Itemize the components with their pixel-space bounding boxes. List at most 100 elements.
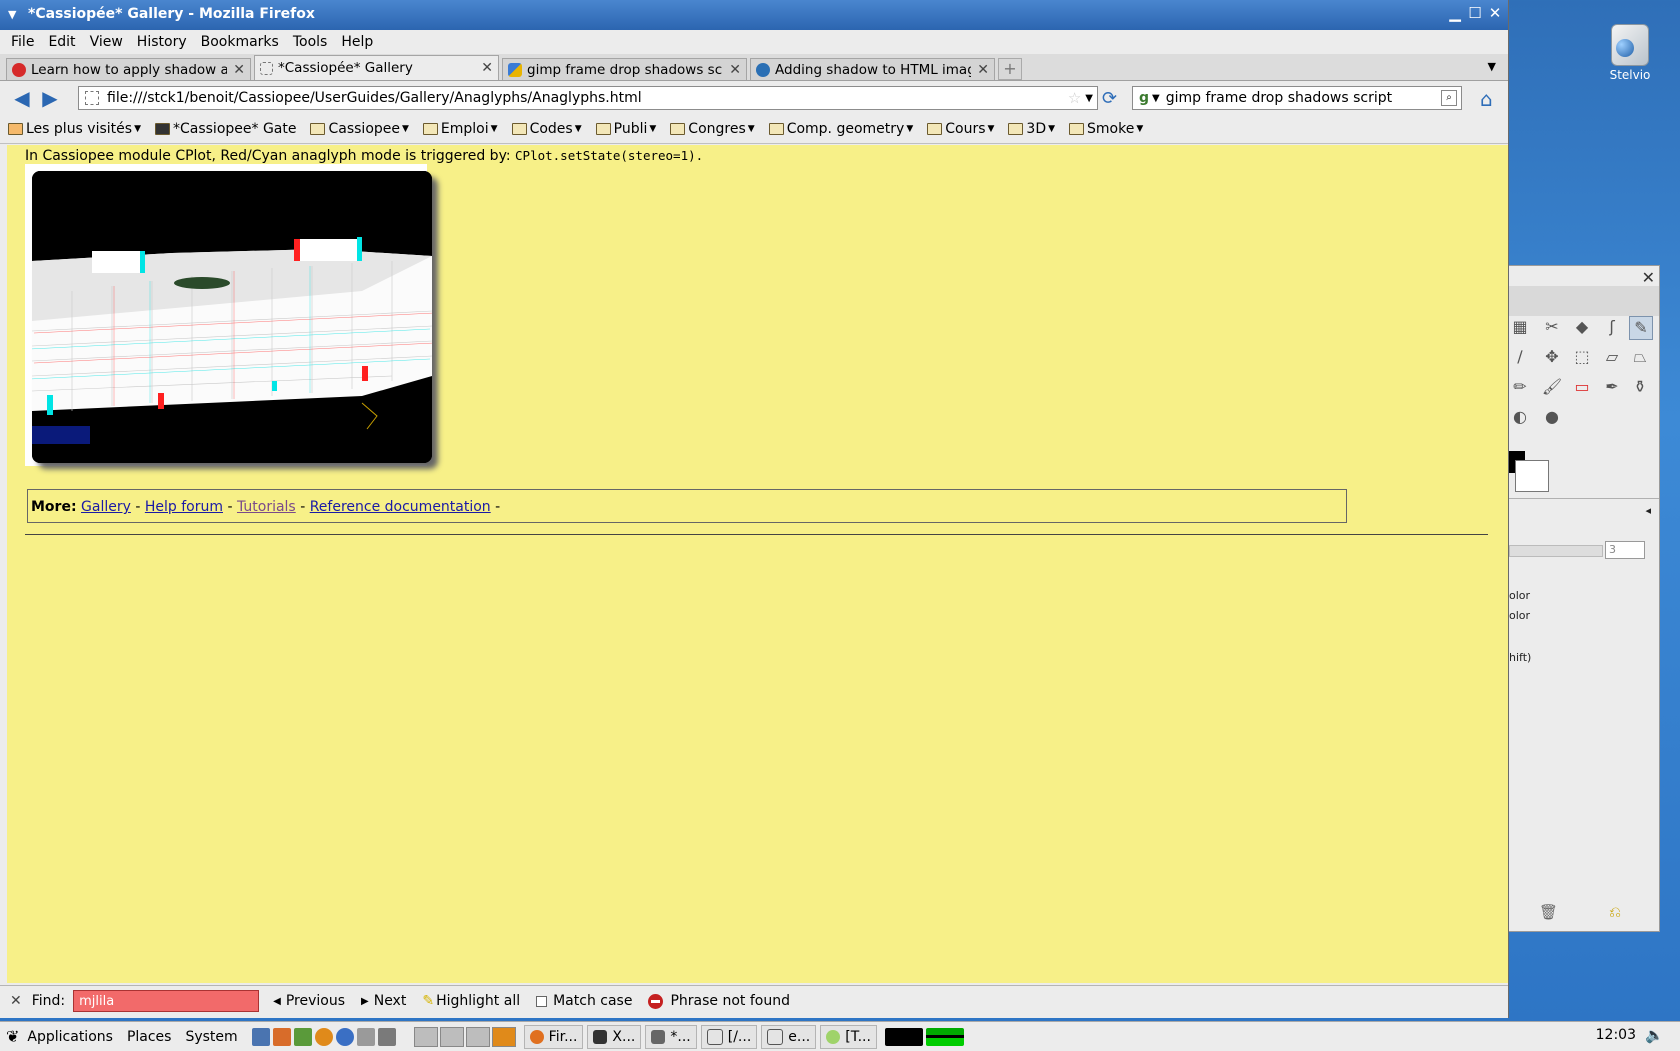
task-editor[interactable]: e...	[761, 1024, 817, 1049]
maximize-icon[interactable]: ☐	[1466, 4, 1484, 22]
task-x[interactable]: X...	[587, 1024, 642, 1049]
url-bar[interactable]: file:///stck1/benoit/Cassiopee/UserGuide…	[78, 86, 1098, 110]
scissors-tool-icon[interactable]: ✂	[1541, 316, 1563, 338]
bookmark-cassiopee-gate[interactable]: *Cassiopee* Gate	[154, 121, 296, 137]
menu-bookmarks[interactable]: Bookmarks	[201, 34, 279, 50]
paintbrush-tool-icon[interactable]: 🖌	[1541, 376, 1563, 398]
bookmark-folder-smoke[interactable]: Smoke ▼	[1069, 121, 1143, 137]
paths-tool-icon[interactable]: ʃ	[1601, 316, 1623, 338]
workspace-switcher[interactable]	[491, 1026, 516, 1047]
pencil-tool-icon[interactable]: ✏	[1509, 376, 1531, 398]
places-menu[interactable]: Places	[127, 1029, 172, 1045]
search-engine-dropdown-icon[interactable]: ▼	[1152, 93, 1160, 104]
menu-help[interactable]: Help	[341, 34, 373, 50]
link-reference-documentation[interactable]: Reference documentation	[310, 499, 491, 515]
home-icon[interactable]: ⌂	[1480, 87, 1493, 111]
eraser-tool-icon[interactable]: ▭	[1571, 376, 1593, 398]
shear-tool-icon[interactable]: ▱	[1601, 346, 1623, 368]
launcher-icon[interactable]	[377, 1027, 396, 1046]
close-icon[interactable]: ✕	[1486, 4, 1504, 22]
close-tab-icon[interactable]: ✕	[729, 62, 741, 78]
ink-tool-icon[interactable]: ⚱	[1629, 376, 1651, 398]
applications-menu[interactable]: Applications	[27, 1029, 113, 1045]
clock[interactable]: 12:03	[1596, 1027, 1636, 1043]
tab-cassiopee-gallery[interactable]: *Cassiopée* Gallery ✕	[254, 55, 499, 80]
launcher-icon[interactable]	[356, 1027, 375, 1046]
find-input[interactable]: mjlila	[73, 990, 260, 1012]
search-go-icon[interactable]: ⌕	[1441, 90, 1457, 106]
task-folder[interactable]: [/...	[700, 1024, 758, 1049]
workspace-switcher[interactable]	[413, 1026, 438, 1047]
perspective-tool-icon[interactable]: ⏢	[1629, 346, 1651, 368]
bookmark-folder-emploi[interactable]: Emploi ▼	[422, 121, 498, 137]
menu-history[interactable]: History	[137, 34, 187, 50]
search-bar[interactable]: g ▼ gimp frame drop shadows script ⌕	[1132, 86, 1462, 110]
back-arrow-icon[interactable]: ◀	[8, 86, 36, 110]
tab-wordpress[interactable]: Adding shadow to HTML imag... ✕	[750, 58, 995, 80]
highlight-all-button[interactable]: ✎ Highlight all	[422, 993, 520, 1009]
minimize-icon[interactable]: ▁	[1446, 4, 1464, 22]
bookmark-folder-codes[interactable]: Codes ▼	[511, 121, 582, 137]
bookmark-folder-comp-geometry[interactable]: Comp. geometry ▼	[768, 121, 913, 137]
match-case-checkbox[interactable]: Match case	[536, 993, 632, 1009]
find-previous-button[interactable]: ◀ Previous	[273, 993, 345, 1009]
network-monitor-icon[interactable]	[925, 1027, 964, 1046]
link-tutorials[interactable]: Tutorials	[237, 499, 296, 515]
gnome-foot-icon[interactable]: ❦	[6, 1027, 19, 1046]
window-menu-icon[interactable]: ▼	[8, 8, 16, 21]
gimp-spin-field[interactable]: 3	[1605, 541, 1645, 559]
menu-view[interactable]: View	[90, 34, 123, 50]
close-findbar-icon[interactable]: ✕	[10, 993, 22, 1009]
bookmark-star-icon[interactable]: ☆	[1068, 89, 1081, 107]
close-tab-icon[interactable]: ✕	[481, 60, 493, 76]
bookmark-folder-3d[interactable]: 3D ▼	[1008, 121, 1055, 137]
task-terminal[interactable]: [T...	[820, 1024, 877, 1049]
list-all-tabs-icon[interactable]: ▼	[1488, 60, 1496, 73]
link-gallery[interactable]: Gallery	[81, 499, 131, 515]
background-color-swatch[interactable]	[1515, 460, 1549, 492]
reset-icon[interactable]: ⎌	[1609, 903, 1621, 921]
clone-tool-icon[interactable]: ◐	[1509, 406, 1531, 428]
volume-icon[interactable]: 🔈	[1645, 1026, 1664, 1044]
workspace-switcher[interactable]	[439, 1026, 464, 1047]
task-firefox[interactable]: Fir...	[523, 1024, 584, 1049]
panel-menu-icon[interactable]: ◂	[1645, 504, 1651, 517]
close-icon[interactable]: ✕	[1642, 268, 1655, 287]
url-text[interactable]: file:///stck1/benoit/Cassiopee/UserGuide…	[107, 90, 1068, 106]
desktop-icon-stelvio[interactable]: Stelvio	[1598, 24, 1662, 82]
workspace-switcher[interactable]	[465, 1026, 490, 1047]
menu-tools[interactable]: Tools	[293, 34, 328, 50]
color-select-tool-icon[interactable]: ▦	[1509, 316, 1531, 338]
tab-google-search[interactable]: gimp frame drop shadows sc... ✕	[502, 58, 747, 80]
move-tool-icon[interactable]: ✥	[1541, 346, 1563, 368]
menu-edit[interactable]: Edit	[48, 34, 75, 50]
launcher-icon[interactable]	[314, 1027, 333, 1046]
gimp-slider[interactable]	[1509, 545, 1603, 557]
launcher-icon[interactable]	[293, 1027, 312, 1046]
system-monitor-icon[interactable]	[884, 1027, 923, 1046]
launcher-icon[interactable]	[272, 1027, 291, 1046]
search-engine-icon[interactable]: g	[1139, 90, 1149, 106]
reload-icon[interactable]: ⟳	[1102, 88, 1117, 109]
forward-arrow-icon[interactable]: ▶	[36, 86, 64, 110]
search-input[interactable]: gimp frame drop shadows script	[1166, 90, 1441, 106]
task-gimp[interactable]: *...	[645, 1024, 697, 1049]
system-menu[interactable]: System	[185, 1029, 237, 1045]
close-tab-icon[interactable]: ✕	[233, 62, 245, 78]
bookmark-folder-cassiopee[interactable]: Cassiopee ▼	[310, 121, 409, 137]
trash-icon[interactable]: 🗑	[1539, 903, 1558, 921]
bookmark-folder-publi[interactable]: Publi ▼	[595, 121, 656, 137]
scale-tool-icon[interactable]: ⬚	[1571, 346, 1593, 368]
bookmark-folder-cours[interactable]: Cours ▼	[927, 121, 994, 137]
color-picker-tool-icon[interactable]: ✎	[1629, 316, 1653, 340]
bookmark-most-visited[interactable]: Les plus visités ▼	[8, 121, 141, 137]
url-dropdown-icon[interactable]: ▼	[1085, 93, 1093, 104]
firefox-launcher-icon[interactable]	[335, 1027, 354, 1046]
find-next-button[interactable]: ▶ Next	[361, 993, 406, 1009]
airbrush-tool-icon[interactable]: ✒	[1601, 376, 1623, 398]
bookmark-folder-congres[interactable]: Congres ▼	[670, 121, 755, 137]
menu-file[interactable]: File	[11, 34, 34, 50]
close-tab-icon[interactable]: ✕	[977, 62, 989, 78]
smudge-tool-icon[interactable]: ●	[1541, 406, 1563, 428]
launcher-icon[interactable]	[251, 1027, 270, 1046]
